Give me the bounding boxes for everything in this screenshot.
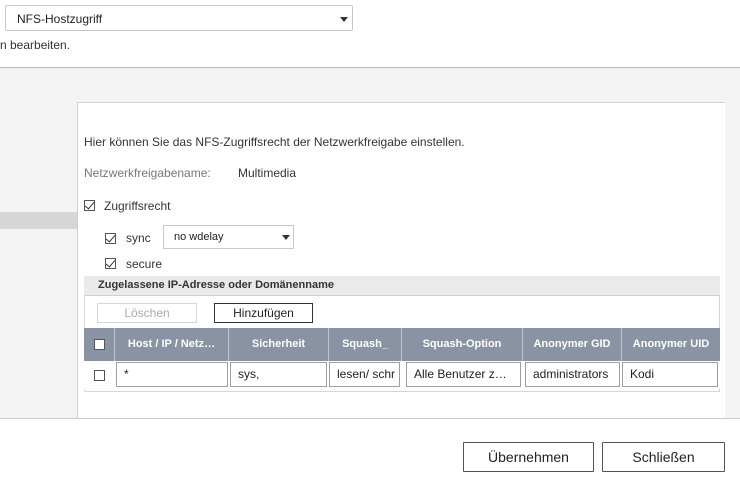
select-all-header bbox=[84, 328, 115, 361]
hint-text: n bearbeiten. bbox=[0, 38, 71, 52]
column-header-security[interactable]: Sicherheit bbox=[229, 328, 329, 361]
column-header-anon-gid[interactable]: Anonymer GID bbox=[523, 328, 622, 361]
row-checkbox[interactable] bbox=[94, 370, 105, 381]
column-header-squash[interactable]: Squash_ bbox=[329, 328, 402, 361]
sync-option-value: no wdelay bbox=[174, 231, 224, 243]
grid-title-bar: Zugelassene IP-Adresse oder Domänenname bbox=[84, 276, 720, 296]
sidebar-selected-item[interactable] bbox=[0, 212, 77, 229]
select-all-checkbox[interactable] bbox=[94, 339, 105, 350]
column-header-host[interactable]: Host / IP / Netz… bbox=[115, 328, 229, 361]
grid-title: Zugelassene IP-Adresse oder Domänenname bbox=[98, 279, 334, 291]
close-button[interactable]: Schließen bbox=[602, 442, 725, 472]
anon-gid-field[interactable]: administrators bbox=[525, 362, 620, 387]
apply-button[interactable]: Übernehmen bbox=[463, 442, 594, 472]
table-row: * sys, lesen/ schr Alle Benutzer z… admi… bbox=[84, 361, 720, 389]
secure-checkbox[interactable] bbox=[105, 258, 116, 269]
share-name-value: Multimedia bbox=[238, 166, 297, 180]
security-field[interactable]: sys, bbox=[230, 362, 327, 387]
squash-option-field[interactable]: Alle Benutzer z… bbox=[406, 362, 521, 387]
squash-field[interactable]: lesen/ schr bbox=[329, 362, 400, 387]
chevron-down-icon bbox=[282, 235, 290, 240]
sync-checkbox[interactable] bbox=[105, 233, 116, 244]
chevron-down-icon bbox=[340, 17, 348, 22]
anon-uid-field[interactable]: Kodi bbox=[622, 362, 718, 387]
secure-label: secure bbox=[126, 257, 163, 271]
sync-label: sync bbox=[126, 231, 151, 245]
table-header: Host / IP / Netz… Sicherheit Squash_ Squ… bbox=[84, 328, 720, 361]
add-button[interactable]: Hinzufügen bbox=[214, 303, 313, 323]
host-field[interactable]: * bbox=[116, 362, 228, 387]
delete-button[interactable]: Löschen bbox=[97, 303, 197, 323]
description-text: Hier können Sie das NFS-Zugriffsrecht de… bbox=[84, 135, 465, 149]
column-header-squash-option[interactable]: Squash-Option bbox=[402, 328, 523, 361]
access-right-checkbox[interactable] bbox=[84, 200, 95, 211]
sync-option-select[interactable]: no wdelay bbox=[163, 225, 294, 249]
select-value: NFS-Hostzugriff bbox=[17, 12, 103, 26]
access-right-label: Zugriffsrecht bbox=[104, 199, 171, 213]
nfs-host-access-select[interactable]: NFS-Hostzugriff bbox=[5, 5, 353, 31]
column-header-anon-uid[interactable]: Anonymer UID bbox=[622, 328, 720, 361]
share-name-label: Netzwerkfreigabename: bbox=[84, 166, 211, 180]
